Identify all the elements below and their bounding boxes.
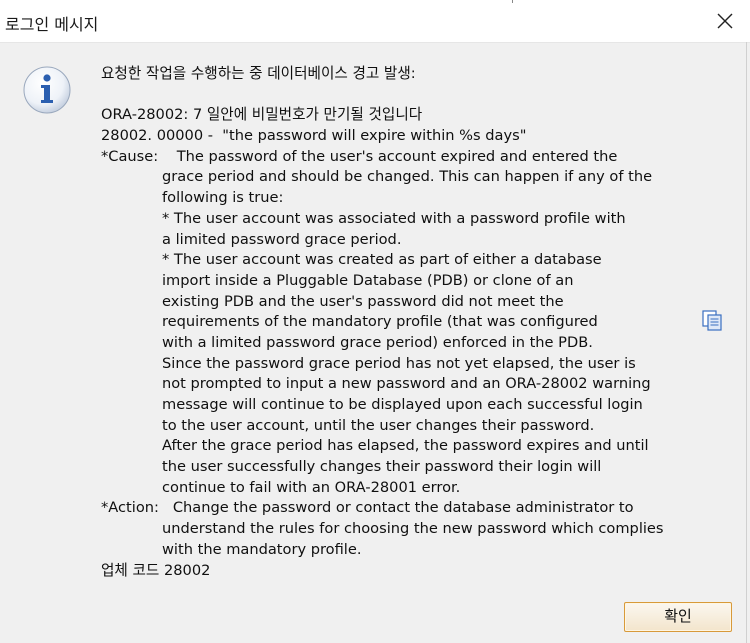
- ok-button[interactable]: 확인: [624, 602, 732, 632]
- message-line-text: Since the password grace period has not …: [162, 354, 636, 372]
- message-line-text: import inside a Pluggable Database (PDB)…: [162, 271, 574, 289]
- close-button[interactable]: [714, 10, 736, 32]
- message-line-text: requirements of the mandatory profile (t…: [162, 313, 598, 331]
- message-line-text: * The user account was associated with a…: [162, 209, 626, 227]
- message-line-text: ORA-28002: 7 일안에 비밀번호가 만기될 것입니다: [101, 106, 423, 124]
- message-line: message will continue to be displayed up…: [101, 395, 721, 416]
- message-line-text: with a limited password grace period) en…: [162, 333, 593, 351]
- message-line-text: the user successfully changes their pass…: [162, 458, 602, 476]
- copy-icon[interactable]: [700, 309, 724, 333]
- message-line: continue to fail with an ORA-28001 error…: [101, 478, 721, 499]
- close-icon: [717, 13, 733, 29]
- window-edge: [746, 42, 747, 643]
- window-title: 로그인 메시지: [5, 15, 99, 34]
- message-line: to the user account, until the user chan…: [101, 416, 721, 437]
- message-line: requirements of the mandatory profile (t…: [101, 312, 721, 333]
- message-line: with the mandatory profile.: [101, 540, 721, 561]
- message-line-text: After the grace period has elapsed, the …: [162, 437, 649, 455]
- message-line: [101, 85, 721, 106]
- message-line-text: 업체 코드 28002: [101, 561, 211, 579]
- message-text: 요청한 작업을 수행하는 중 데이터베이스 경고 발생: ORA-28002: 7…: [101, 64, 721, 581]
- title-bar: 로그인 메시지: [0, 0, 750, 43]
- message-line: with a limited password grace period) en…: [101, 333, 721, 354]
- message-line-text: with the mandatory profile.: [162, 540, 362, 558]
- message-line: following is true:: [101, 188, 721, 209]
- message-line: grace period and should be changed. This…: [101, 167, 721, 188]
- message-line: * The user account was associated with a…: [101, 209, 721, 230]
- info-icon: [21, 64, 73, 116]
- message-line: 28002. 00000 - "the password will expire…: [101, 126, 721, 147]
- message-line-text: *Cause: The password of the user's accou…: [101, 147, 618, 165]
- message-line: 요청한 작업을 수행하는 중 데이터베이스 경고 발생:: [101, 64, 721, 85]
- message-line: import inside a Pluggable Database (PDB)…: [101, 271, 721, 292]
- message-line: ORA-28002: 7 일안에 비밀번호가 만기될 것입니다: [101, 105, 721, 126]
- message-line-text: continue to fail with an ORA-28001 error…: [162, 478, 461, 496]
- message-line: understand the rules for choosing the ne…: [101, 519, 721, 540]
- message-line-text: *Action: Change the password or contact …: [101, 499, 634, 517]
- message-line-text: not prompted to input a new password and…: [162, 375, 651, 393]
- message-line-text: existing PDB and the user's password did…: [162, 292, 564, 310]
- message-line: existing PDB and the user's password did…: [101, 292, 721, 313]
- message-line: 업체 코드 28002: [101, 561, 721, 582]
- message-line-text: to the user account, until the user chan…: [162, 416, 595, 434]
- message-line: *Action: Change the password or contact …: [101, 498, 721, 519]
- message-line-text: grace period and should be changed. This…: [162, 168, 653, 186]
- message-line: Since the password grace period has not …: [101, 354, 721, 375]
- message-line: After the grace period has elapsed, the …: [101, 436, 721, 457]
- message-line: a limited password grace period.: [101, 230, 721, 251]
- message-line-text: * The user account was created as part o…: [162, 251, 602, 269]
- title-divider: [512, 0, 513, 3]
- message-line-text: following is true:: [162, 189, 284, 207]
- message-line: the user successfully changes their pass…: [101, 457, 721, 478]
- message-line-text: 요청한 작업을 수행하는 중 데이터베이스 경고 발생:: [101, 65, 416, 82]
- message-line: not prompted to input a new password and…: [101, 374, 721, 395]
- message-line: *Cause: The password of the user's accou…: [101, 147, 721, 168]
- message-line-text: understand the rules for choosing the ne…: [162, 520, 664, 538]
- message-line-text: message will continue to be displayed up…: [162, 396, 643, 413]
- message-line-text: 28002. 00000 - "the password will expire…: [101, 127, 527, 145]
- message-line-text: a limited password grace period.: [162, 230, 402, 248]
- message-line: * The user account was created as part o…: [101, 250, 721, 271]
